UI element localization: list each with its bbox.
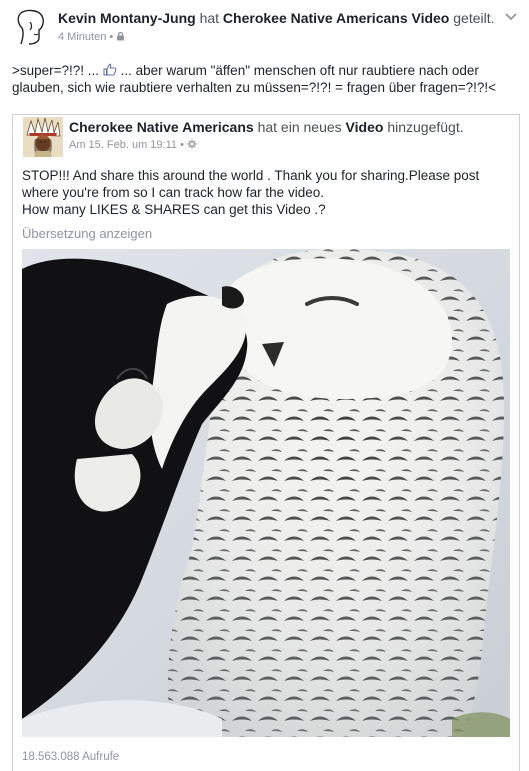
shared-post-header: Cherokee Native Americans hat ein neues … — [69, 119, 464, 135]
post-time[interactable]: 4 Minuten — [58, 31, 106, 43]
video-frame-image — [22, 249, 510, 737]
action-prefix: hat ein neues — [257, 119, 342, 135]
chevron-down-icon[interactable] — [503, 8, 519, 24]
shared-post-meta: Am 15. Feb. um 19:11 • — [69, 139, 197, 151]
page-avatar[interactable] — [23, 117, 63, 157]
meta-dot: • — [109, 31, 114, 43]
sketch-face-icon — [17, 9, 44, 45]
shared-text-line1: STOP!!! And share this around the world … — [22, 168, 480, 200]
page-name-link[interactable]: Cherokee Native Americans — [69, 119, 254, 135]
shared-meta-dot: • — [180, 139, 184, 151]
author-avatar[interactable] — [12, 8, 48, 48]
shared-page-link[interactable]: Cherokee Native Americans Video — [223, 10, 449, 26]
author-name[interactable]: Kevin Montany-Jung — [58, 10, 196, 26]
thumbs-up-icon — [103, 63, 117, 76]
post-header: Kevin Montany-Jung hat Cherokee Native A… — [58, 10, 495, 26]
native-chief-icon — [23, 117, 63, 157]
shared-post-text: STOP!!! And share this around the world … — [22, 167, 507, 218]
post-meta: 4 Minuten • — [58, 31, 125, 43]
lock-icon[interactable] — [116, 31, 125, 41]
post-text-start: >super=?!?! ... — [12, 63, 100, 78]
video-thumbnail[interactable] — [22, 249, 510, 737]
shared-text-line2: How many LIKES & SHARES can get this Vid… — [22, 202, 326, 217]
video-link[interactable]: Video — [346, 119, 384, 135]
view-count: 18.563.088 Aufrufe — [22, 751, 120, 763]
shared-post-date[interactable]: Am 15. Feb. um 19:11 — [69, 139, 177, 151]
post-text: >super=?!?! ... ... aber warum "äffen" m… — [12, 62, 517, 96]
gear-icon[interactable] — [187, 139, 197, 149]
action-suffix: hinzugefügt. — [387, 119, 464, 135]
header-verb: hat — [199, 10, 220, 26]
see-translation-link[interactable]: Übersetzung anzeigen — [22, 226, 152, 241]
header-verb-shared: geteilt. — [453, 10, 495, 26]
